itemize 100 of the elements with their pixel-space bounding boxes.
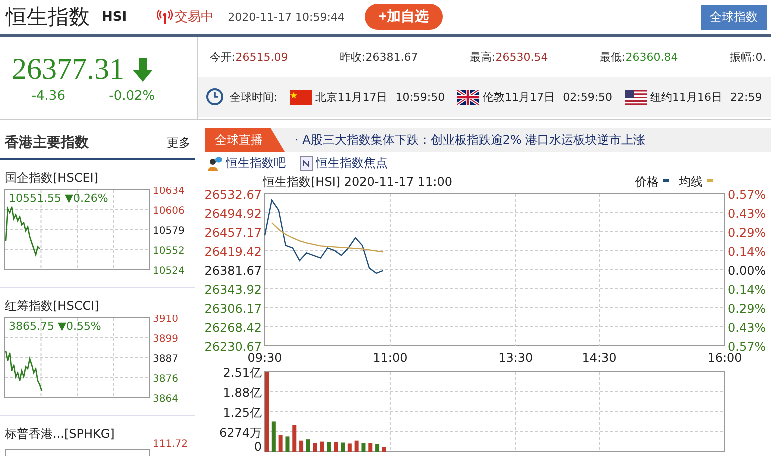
city-time: 22:59 [730,90,762,104]
volume-bar [306,440,310,452]
legend-label: 均线 [679,175,703,189]
stat-label: 最低: [600,50,626,64]
headline-link[interactable]: · A股三大指数集体下跌：创业板指跌逾2% 港口水运板块逆市上涨 [295,132,646,148]
topic-link[interactable]: 恒生指数吧 [207,154,286,172]
stat-label: 振幅: [730,50,756,64]
scale-label: 10579 [153,226,185,237]
topic-link[interactable]: 恒生指数焦点 [300,154,388,172]
y-tick-label: 26230.67 [205,340,262,354]
percent-tick-label: 0.57% [728,188,766,202]
index-code: HSI [102,10,128,24]
index-name[interactable]: 红筹指数[HSCCI] [0,298,195,315]
volume-bar [382,447,386,452]
more-link[interactable]: 更多 [167,134,191,152]
percent-tick-label: 0.57% [728,340,766,354]
stat-value: 26515.09 [236,50,288,64]
percent-tick-label: 0.43% [728,207,766,221]
y-tick-label: 26268.42 [205,321,262,335]
index-quote: 3865.75 ▼0.55% [9,320,102,333]
volume-bar [327,442,332,452]
scale-label: 3899 [153,334,178,345]
volume-bar [354,440,359,452]
y-tick-label: 26343.92 [205,283,262,297]
y-tick-label: 26419.42 [205,245,262,259]
percent-change: -0.02% [109,88,156,104]
current-price: 26377.31 [12,52,124,86]
volume-bar [292,425,297,452]
stat-value: 26360.84 [626,50,678,64]
index-name[interactable]: 国企指数[HSCEI] [0,170,195,187]
y-tick-label: 1.88亿 [223,386,262,400]
scale-label: 111.72 [153,439,188,450]
x-tick-label: 13:30 [498,351,534,365]
y-tick-label: 6274万 [219,426,262,440]
y-tick-label: 26532.67 [205,188,262,202]
document-icon [300,156,313,170]
y-tick-label: 26381.67 [205,264,262,278]
index-quote: 10551.55 ▼0.26% [9,192,108,205]
y-tick-label: 1.25亿 [223,406,262,420]
scale-label: 3887 [153,354,178,365]
legend-label: 价格 [635,175,659,189]
stat-value: 26381.67 [366,50,418,64]
volume-bar [334,442,338,452]
global-indices-button[interactable]: 全球指数 [701,4,767,30]
quote-datetime: 2020-11-17 10:59:44 [228,10,345,24]
x-tick-label: 16:00 [708,351,742,365]
add-watchlist-button[interactable]: +加自选 [364,4,444,30]
flag-icon [290,90,312,104]
city-date: 北京11月17日 [316,90,388,104]
clock-icon [206,88,224,106]
volume-bar [272,422,276,452]
index-title: 恒生指数 [6,4,90,31]
signal-icon [157,9,174,25]
percent-tick-label: 0.14% [728,283,766,297]
scale-label: 3876 [153,374,178,385]
x-tick-label: 09:30 [248,351,282,365]
y-tick-label: 26457.17 [205,226,262,240]
city-time: 10:59:50 [396,90,446,104]
price-change: -4.36 [32,88,66,104]
percent-tick-label: 0.00% [728,264,766,278]
y-tick-label: 2.51亿 [223,366,262,380]
volume-bar [368,443,373,452]
percent-tick-label: 0.29% [728,302,766,316]
scale-label: 10524 [153,266,185,275]
volume-bar [376,444,380,452]
volume-bar [348,444,352,452]
chart-title: 恒生指数[HSI] 2020-11-17 11:00 [263,175,452,189]
person-chat-icon [207,156,223,170]
stat-value: 0. [756,50,766,64]
volume-bar [320,442,324,452]
live-tab[interactable]: 全球直播 [205,128,285,152]
volume-bar [278,435,283,452]
volume-bar [300,440,304,452]
sparkline [5,350,43,392]
x-tick-label: 11:00 [373,351,408,365]
scale-label: 3864 [153,394,178,403]
city-time: 02:59:50 [563,90,613,104]
city-date: 伦敦11月17日 [483,90,556,104]
flag-icon [457,90,480,104]
y-tick-label: 26306.17 [205,302,262,316]
percent-tick-label: 0.29% [728,226,766,240]
stat-label: 昨收: [340,50,366,64]
volume-bar [286,436,290,452]
world-time-label: 全球时间: [230,90,278,104]
x-tick-label: 14:30 [582,351,617,365]
y-tick-label: 26494.92 [205,207,262,221]
city-date: 纽约11月16日 [650,90,723,104]
y-tick-label: 0 [254,440,262,452]
scale-label: 10552 [153,246,185,257]
volume-bar [362,443,366,452]
trading-status: 交易中 [175,9,214,26]
flag-icon [624,90,647,104]
percent-tick-label: 0.43% [728,321,766,335]
sidebar-title: 香港主要指数 [5,134,89,152]
percent-tick-label: 0.14% [728,245,766,259]
volume-bar [341,442,345,452]
scale-label: 10606 [153,206,185,217]
sparkline [5,206,40,258]
stat-value: 26530.54 [496,50,548,64]
stat-label: 最高: [470,50,496,64]
